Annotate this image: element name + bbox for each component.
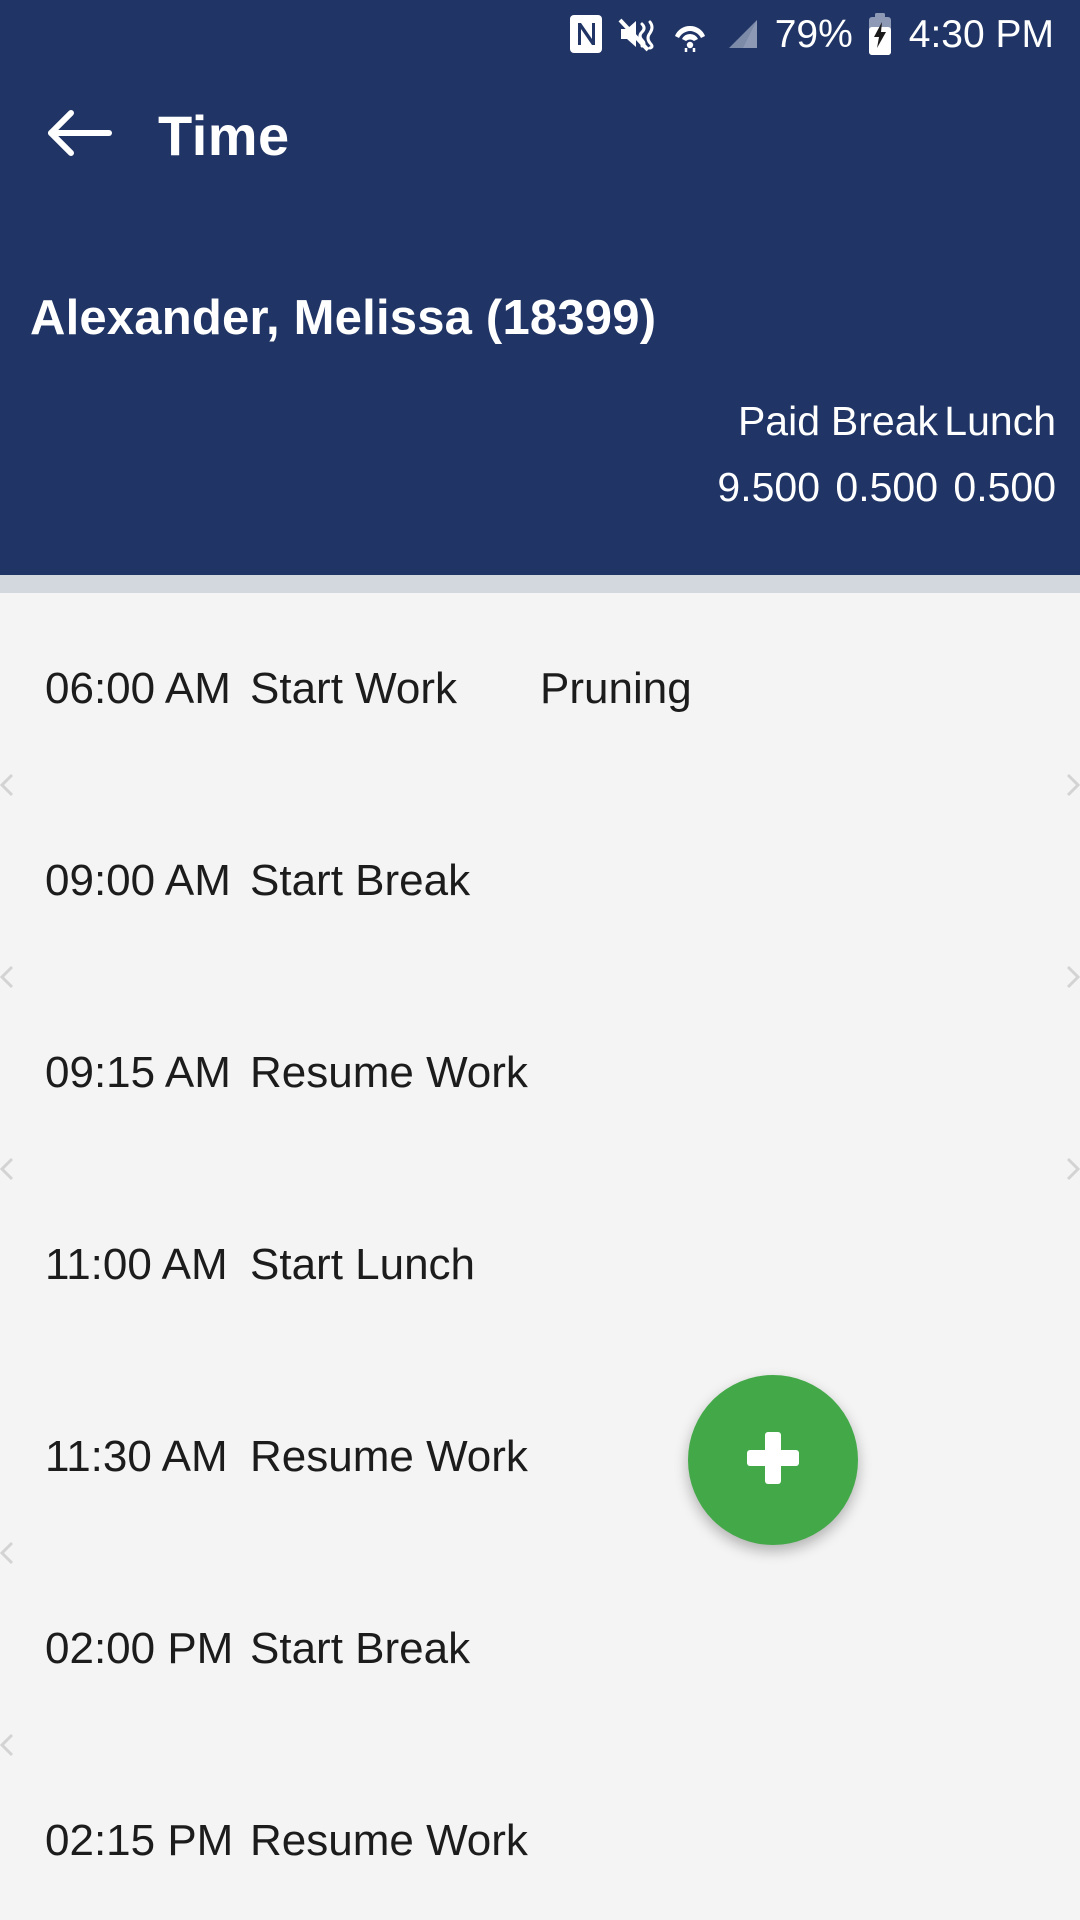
totals-header-break: Break bbox=[830, 398, 938, 444]
table-row[interactable]: 02:15 PM Resume Work bbox=[0, 1733, 1080, 1920]
entry-time: 02:15 PM bbox=[45, 1816, 234, 1865]
employee-name: Alexander, Melissa (18399) bbox=[30, 291, 657, 345]
swipe-left-chevron-icon bbox=[0, 965, 14, 989]
totals-value-paid: 9.500 bbox=[717, 464, 820, 510]
table-row[interactable]: 11:30 AM Resume Work bbox=[0, 1361, 1080, 1553]
entry-action: Start Break bbox=[250, 856, 471, 905]
swipe-left-chevron-icon bbox=[0, 1541, 14, 1565]
totals-value-row: 9.500 0.500 0.500 bbox=[680, 454, 1056, 520]
totals-table: Paid Break Lunch 9.500 0.500 0.500 bbox=[680, 388, 1056, 520]
header-divider bbox=[0, 575, 1080, 593]
entry-action: Resume Work bbox=[250, 1432, 528, 1481]
back-arrow-icon bbox=[43, 105, 113, 166]
plus-icon bbox=[733, 1418, 813, 1503]
entry-action: Start Work bbox=[250, 664, 458, 713]
battery-percent-label: 79% bbox=[774, 12, 853, 56]
entry-action: Start Break bbox=[250, 1624, 471, 1673]
totals-value-lunch: 0.500 bbox=[953, 464, 1056, 510]
cellular-signal-icon bbox=[723, 14, 761, 54]
table-row[interactable]: 06:00 AM Start Work Pruning bbox=[0, 593, 1080, 785]
swipe-left-chevron-icon bbox=[0, 1733, 14, 1757]
entry-action: Resume Work bbox=[250, 1816, 528, 1865]
table-row[interactable]: 11:00 AM Start Lunch bbox=[0, 1157, 1080, 1361]
totals-header-paid: Paid bbox=[737, 398, 820, 444]
table-row[interactable]: 09:00 AM Start Break bbox=[0, 773, 1080, 977]
status-bar-clock: 4:30 PM bbox=[908, 12, 1054, 56]
entry-time: 09:15 AM bbox=[45, 1048, 231, 1097]
entry-time: 11:00 AM bbox=[45, 1240, 228, 1289]
entry-action: Resume Work bbox=[250, 1048, 528, 1097]
status-bar: 79% 4:30 PM bbox=[0, 0, 1080, 68]
totals-header-lunch: Lunch bbox=[944, 398, 1056, 444]
table-row[interactable]: 02:00 PM Start Break bbox=[0, 1541, 1080, 1745]
volume-mute-icon bbox=[617, 14, 657, 54]
entry-action: Start Lunch bbox=[250, 1240, 476, 1289]
wifi-icon bbox=[671, 14, 709, 54]
swipe-right-chevron-icon bbox=[1066, 965, 1080, 989]
page-title: Time bbox=[158, 104, 290, 167]
battery-charging-icon bbox=[867, 13, 893, 55]
swipe-left-chevron-icon bbox=[0, 773, 14, 797]
time-entry-list[interactable]: 06:00 AM Start Work Pruning 09:00 AM Sta… bbox=[0, 593, 1080, 1920]
entry-time: 11:30 AM bbox=[45, 1432, 228, 1481]
back-button[interactable] bbox=[30, 88, 126, 184]
add-entry-fab[interactable] bbox=[688, 1375, 858, 1545]
totals-value-break: 0.500 bbox=[835, 464, 938, 510]
entry-time: 06:00 AM bbox=[45, 664, 231, 713]
app-bar: Time bbox=[0, 68, 1080, 203]
table-row[interactable]: 09:15 AM Resume Work bbox=[0, 965, 1080, 1169]
entry-time: 09:00 AM bbox=[45, 856, 231, 905]
header-panel: 79% 4:30 PM Time Alexander, Melissa (183… bbox=[0, 0, 1080, 575]
time-entries-screen: 79% 4:30 PM Time Alexander, Melissa (183… bbox=[0, 0, 1080, 1920]
swipe-right-chevron-icon bbox=[1066, 1157, 1080, 1181]
swipe-right-chevron-icon bbox=[1066, 773, 1080, 797]
swipe-left-chevron-icon bbox=[0, 1157, 14, 1181]
entry-time: 02:00 PM bbox=[45, 1624, 234, 1673]
entry-task: Pruning bbox=[540, 664, 692, 713]
nfc-icon bbox=[569, 14, 603, 54]
totals-header-row: Paid Break Lunch bbox=[680, 388, 1056, 454]
